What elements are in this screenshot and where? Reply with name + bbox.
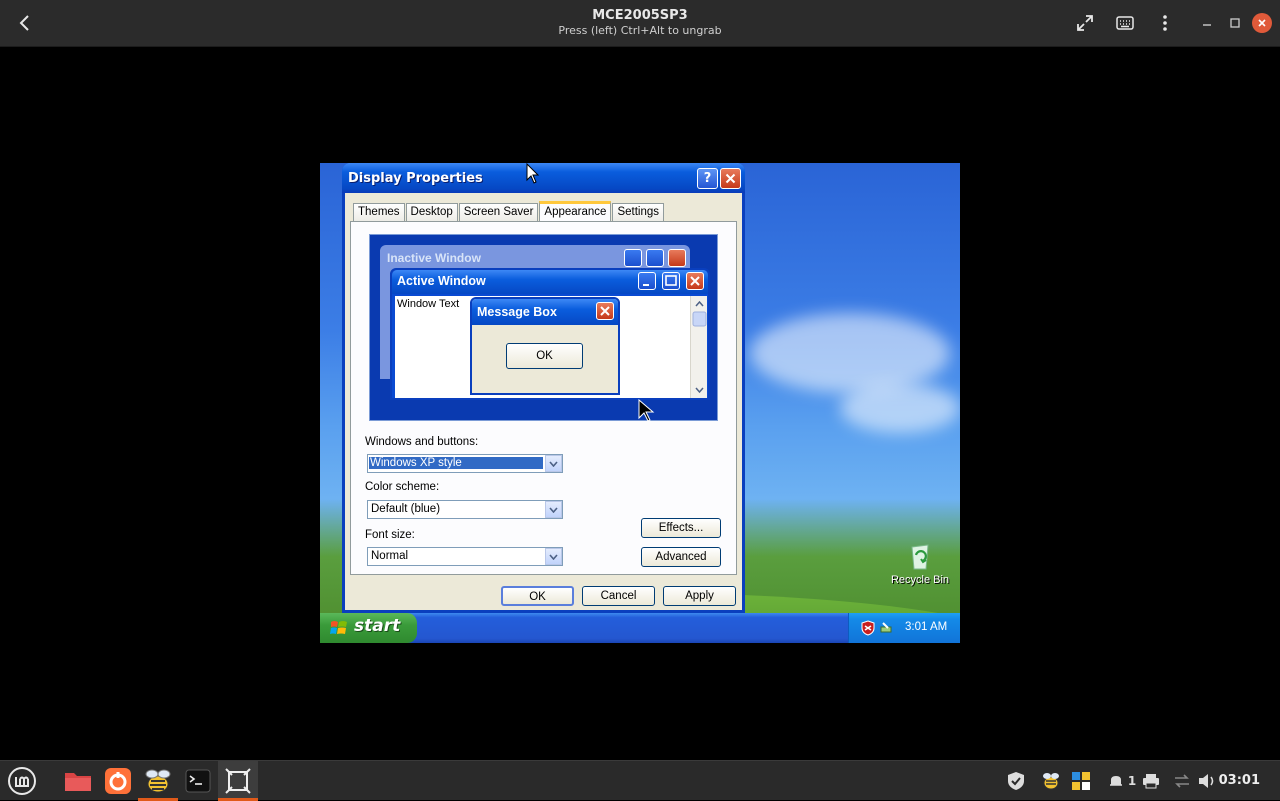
wallpaper-cloud (750, 313, 950, 393)
close-icon (596, 302, 614, 320)
windows-buttons-label: Windows and buttons: (365, 436, 479, 448)
chevron-down-icon[interactable] (545, 548, 562, 565)
firefox-icon[interactable] (98, 761, 138, 801)
terminal-icon[interactable] (178, 761, 218, 801)
recycle-bin[interactable]: Recycle Bin (888, 541, 952, 586)
volume-icon[interactable] (1197, 771, 1217, 791)
tab-themes[interactable]: Themes (353, 203, 405, 222)
preview-scrollbar (690, 296, 707, 398)
vm-manager-icon[interactable] (138, 761, 178, 801)
active-window-title: Active Window (392, 270, 708, 294)
mouse-cursor-icon (526, 163, 540, 184)
tab-appearance[interactable]: Appearance (539, 201, 612, 223)
font-size-select[interactable]: Normal (367, 547, 563, 566)
update-manager-icon[interactable] (1071, 771, 1091, 791)
apply-button[interactable]: Apply (663, 586, 736, 606)
guest-clock: 3:01 AM (905, 621, 948, 633)
fullscreen-icon[interactable] (1074, 12, 1096, 34)
notifications-icon[interactable]: 1 (1104, 771, 1140, 791)
minimize-icon[interactable] (1196, 12, 1218, 34)
tab-strip: Themes Desktop Screen Saver Appearance S… (353, 201, 665, 223)
dialog-title: Display Properties (348, 171, 483, 186)
guest-taskbar: start 3:01 AM (320, 613, 960, 643)
close-icon (686, 272, 704, 290)
preview-ok-button: OK (506, 343, 583, 369)
start-button[interactable]: start (320, 613, 417, 643)
printer-icon[interactable] (1141, 771, 1161, 791)
appearance-panel: Inactive Window Active Window Window Tex… (350, 221, 737, 575)
wallpaper-cloud (840, 383, 960, 433)
display-properties-dialog: Display Properties ? Themes Desktop Scre… (342, 163, 745, 613)
host-taskbar: 1 03:01 (0, 760, 1280, 801)
more-menu-icon[interactable] (1154, 12, 1176, 34)
preview-message-box: Message Box OK (470, 297, 620, 395)
windows-logo-icon (330, 621, 347, 634)
mint-menu-icon[interactable] (2, 761, 42, 801)
vm-manager-tray-icon[interactable] (1041, 771, 1061, 791)
shield-icon[interactable] (1006, 771, 1026, 791)
tab-settings[interactable]: Settings (612, 203, 665, 222)
host-header-bar: MCE2005SP3 Press (left) Ctrl+Alt to ungr… (0, 0, 1280, 47)
tab-screen-saver[interactable]: Screen Saver (458, 203, 539, 222)
tab-desktop[interactable]: Desktop (405, 203, 458, 222)
minimize-icon (638, 272, 656, 290)
minimize-icon (624, 249, 642, 267)
guest-system-tray: 3:01 AM (848, 613, 960, 643)
maximize-icon (662, 272, 680, 290)
advanced-button[interactable]: Advanced (641, 547, 721, 567)
security-shield-icon[interactable] (861, 620, 875, 636)
font-size-label: Font size: (365, 529, 415, 541)
start-label: start (354, 616, 401, 636)
recycle-bin-label: Recycle Bin (890, 574, 950, 586)
close-icon[interactable] (1252, 13, 1272, 33)
guest-cursor-icon (638, 399, 655, 422)
vm-window-icon[interactable] (218, 761, 258, 801)
color-scheme-label: Color scheme: (365, 481, 440, 493)
ok-button[interactable]: OK (501, 586, 574, 606)
appearance-preview: Inactive Window Active Window Window Tex… (369, 234, 718, 421)
recycle-bin-icon (911, 544, 929, 570)
chevron-down-icon[interactable] (545, 501, 562, 518)
maximize-icon[interactable] (1224, 12, 1246, 34)
file-manager-icon[interactable] (58, 761, 98, 801)
close-icon[interactable] (720, 168, 741, 189)
maximize-icon (646, 249, 664, 267)
window-text: Window Text (397, 298, 460, 310)
host-clock: 03:01 (1218, 773, 1260, 788)
close-icon (668, 249, 686, 267)
back-icon[interactable] (12, 10, 38, 36)
dialog-titlebar[interactable]: Display Properties ? (342, 163, 745, 193)
keyboard-icon[interactable] (1114, 12, 1136, 34)
chevron-down-icon[interactable] (545, 455, 562, 472)
windows-buttons-select[interactable]: Windows XP style (367, 454, 563, 473)
safely-remove-hardware-icon[interactable] (879, 620, 895, 636)
notification-count: 1 (1127, 774, 1137, 788)
network-icon[interactable] (1172, 771, 1192, 791)
help-icon[interactable]: ? (697, 168, 718, 189)
effects-button[interactable]: Effects... (641, 518, 721, 538)
color-scheme-select[interactable]: Default (blue) (367, 500, 563, 519)
cancel-button[interactable]: Cancel (582, 586, 655, 606)
